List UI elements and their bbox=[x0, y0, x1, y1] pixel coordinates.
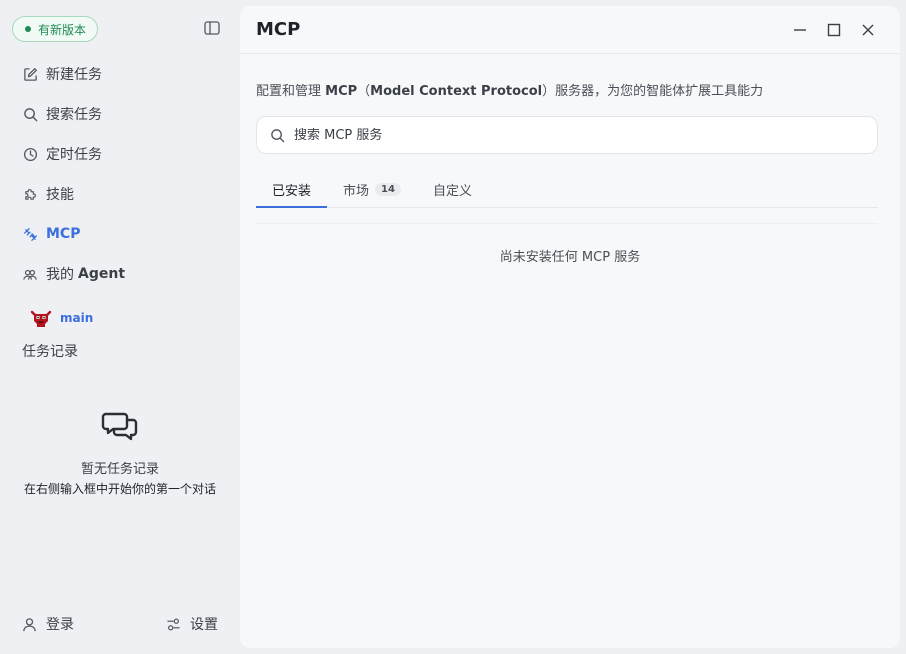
minimize-icon[interactable] bbox=[790, 20, 810, 40]
tab-panel-divider bbox=[256, 208, 878, 224]
tab-market[interactable]: 市场 14 bbox=[327, 172, 417, 207]
sidebar-item-label: 新建任务 bbox=[46, 67, 102, 83]
description-prefix: 配置和管理 bbox=[256, 84, 326, 99]
sidebar-item-search-task[interactable]: 搜索任务 bbox=[12, 94, 228, 134]
sidebar-item-label-prefix: 我的 bbox=[46, 267, 74, 283]
sidebar-item-label-bold: Agent bbox=[78, 266, 126, 282]
agent-group-icon bbox=[22, 266, 38, 282]
title-bar: MCP bbox=[240, 6, 900, 54]
sidebar-item-mcp[interactable]: MCP bbox=[12, 214, 228, 254]
settings-button[interactable]: 设置 bbox=[166, 610, 218, 638]
close-icon[interactable] bbox=[858, 20, 878, 40]
description-paren-close: ） bbox=[542, 84, 556, 99]
tab-installed[interactable]: 已安装 bbox=[256, 172, 328, 208]
edit-icon bbox=[22, 66, 38, 82]
empty-state-message: 尚未安装任何 MCP 服务 bbox=[499, 250, 641, 265]
tab-label: 市场 bbox=[343, 184, 370, 199]
puzzle-icon bbox=[22, 186, 38, 202]
agent-name: main bbox=[60, 311, 94, 325]
sidebar-item-label: 定时任务 bbox=[46, 147, 102, 163]
sidebar-item-new-task[interactable]: 新建任务 bbox=[12, 54, 228, 94]
sidebar-nav: 新建任务 搜索任务 定时任务 技能 MCP 我的 Agent bbox=[12, 54, 228, 294]
mcp-content: 配置和管理 MCP（Model Context Protocol）服务器，为您的… bbox=[256, 54, 878, 224]
update-badge-label: 有新版本 bbox=[38, 22, 87, 37]
empty-history-placeholder: 暂无任务记录 在右侧输入框中开始你的第一个对话 bbox=[20, 408, 220, 497]
empty-history-title: 暂无任务记录 bbox=[80, 462, 159, 477]
maximize-icon[interactable] bbox=[824, 20, 844, 40]
tab-label: 已安装 bbox=[272, 184, 312, 199]
empty-history-hint: 在右侧输入框中开始你的第一个对话 bbox=[23, 482, 216, 496]
description-suffix: 服务器，为您的智能体扩展工具能力 bbox=[555, 84, 764, 99]
description-paren-open: （ bbox=[357, 84, 371, 99]
history-section-title: 任务记录 bbox=[22, 344, 78, 360]
sliders-icon bbox=[166, 616, 182, 632]
user-icon bbox=[22, 616, 38, 632]
red-robot-avatar bbox=[30, 307, 52, 329]
settings-label: 设置 bbox=[190, 617, 218, 633]
login-label: 登录 bbox=[46, 617, 74, 633]
tab-label: 自定义 bbox=[432, 184, 472, 199]
sidebar-toggle-icon[interactable] bbox=[203, 20, 221, 36]
sidebar-item-scheduled-task[interactable]: 定时任务 bbox=[12, 134, 228, 174]
clock-icon bbox=[22, 146, 38, 162]
status-dot bbox=[25, 26, 31, 32]
sidebar-item-skills[interactable]: 技能 bbox=[12, 174, 228, 214]
main-panel: MCP 配置和管理 MCP（Model Context Protocol）服务器… bbox=[240, 6, 900, 648]
search-icon bbox=[270, 127, 286, 143]
login-button[interactable]: 登录 bbox=[22, 610, 74, 638]
search-box[interactable] bbox=[256, 116, 878, 154]
update-available-badge[interactable]: 有新版本 bbox=[12, 16, 98, 42]
chat-bubbles-icon bbox=[100, 408, 140, 448]
sidebar-item-label: MCP bbox=[46, 226, 81, 242]
market-count-badge: 14 bbox=[375, 183, 401, 196]
sidebar-footer: 登录 设置 bbox=[12, 610, 228, 638]
mcp-tabs: 已安装 市场 14 自定义 bbox=[256, 172, 878, 208]
sidebar: 有新版本 新建任务 搜索任务 定时任务 技能 MCP 我的 Agent main… bbox=[0, 0, 240, 654]
page-title: MCP bbox=[256, 19, 301, 40]
page-description: 配置和管理 MCP（Model Context Protocol）服务器，为您的… bbox=[256, 80, 878, 99]
sidebar-item-label: 搜索任务 bbox=[46, 107, 102, 123]
description-mcp: MCP bbox=[325, 84, 358, 99]
description-full-name: Model Context Protocol bbox=[370, 84, 543, 99]
search-icon bbox=[22, 106, 38, 122]
sidebar-item-my-agent[interactable]: 我的 Agent bbox=[12, 254, 228, 294]
mcp-plug-icon bbox=[22, 226, 38, 242]
tab-custom[interactable]: 自定义 bbox=[417, 172, 488, 207]
app-window: 有新版本 新建任务 搜索任务 定时任务 技能 MCP 我的 Agent main… bbox=[0, 0, 906, 654]
agent-item-main[interactable]: main bbox=[30, 306, 93, 330]
sidebar-item-label: 技能 bbox=[46, 187, 74, 203]
search-input[interactable] bbox=[294, 127, 877, 143]
